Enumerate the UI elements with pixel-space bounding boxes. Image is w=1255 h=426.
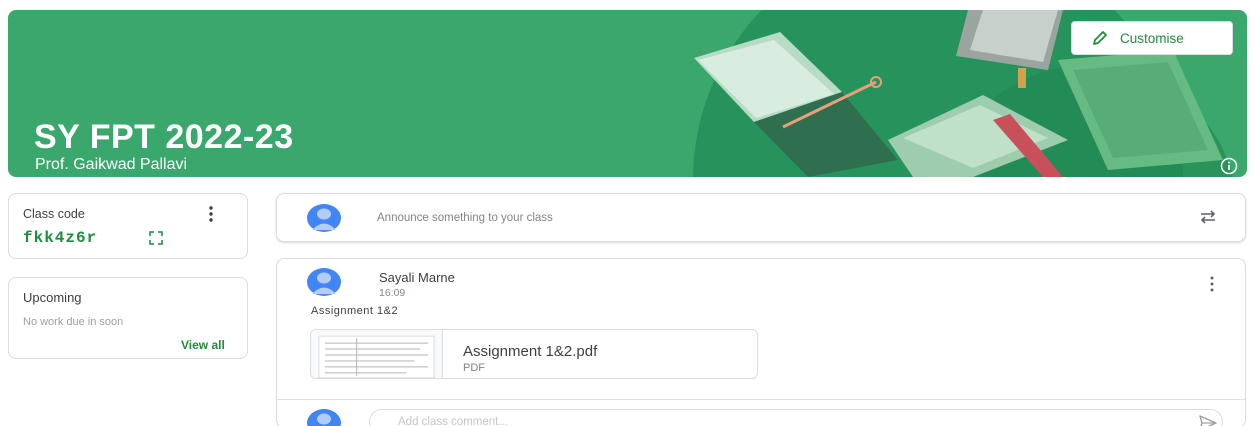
attachment-name: Assignment 1&2.pdf [463, 343, 598, 360]
class-code-value: fkk4z6r [23, 229, 98, 247]
kebab-menu-icon[interactable] [1209, 275, 1215, 293]
kebab-menu-icon[interactable] [208, 205, 214, 223]
teacher-name: Prof. Gaikwad Pallavi [35, 156, 188, 173]
avatar-icon [307, 268, 341, 296]
post-body: Assignment 1&2 [311, 305, 399, 317]
class-code-label: Class code [23, 207, 85, 221]
comment-input[interactable] [369, 409, 1223, 426]
class-title: SY FPT 2022-23 [34, 118, 294, 156]
expand-icon[interactable] [149, 231, 163, 245]
repost-icon[interactable] [1199, 208, 1217, 226]
customise-button[interactable]: Customise [1071, 21, 1233, 55]
info-icon[interactable] [1220, 157, 1238, 175]
attachment-card[interactable]: Assignment 1&2.pdf PDF [310, 329, 758, 379]
pencil-icon [1093, 31, 1107, 45]
view-all-link[interactable]: View all [181, 338, 225, 352]
upcoming-title: Upcoming [23, 290, 82, 305]
pdf-thumbnail [311, 330, 443, 378]
upcoming-empty-text: No work due in soon [23, 316, 124, 328]
class-code-card: Class code fkk4z6r [8, 193, 248, 259]
class-banner: SY FPT 2022-23 Prof. Gaikwad Pallavi Cus… [8, 10, 1247, 177]
upcoming-card: Upcoming No work due in soon View all [8, 277, 248, 359]
customise-label: Customise [1120, 30, 1184, 46]
post-time: 16:09 [379, 287, 406, 299]
attachment-type: PDF [463, 362, 485, 374]
avatar-icon [307, 409, 341, 426]
send-icon[interactable] [1199, 415, 1217, 426]
stream-post: Sayali Marne 16:09 Assignment 1&2 Assign… [276, 258, 1246, 426]
announce-placeholder[interactable]: Announce something to your class [377, 212, 553, 224]
avatar-icon [307, 204, 341, 232]
post-author: Sayali Marne [379, 270, 455, 285]
divider [277, 399, 1245, 400]
announce-box[interactable]: Announce something to your class [276, 193, 1246, 242]
attachment-info: Assignment 1&2.pdf PDF [443, 330, 597, 378]
